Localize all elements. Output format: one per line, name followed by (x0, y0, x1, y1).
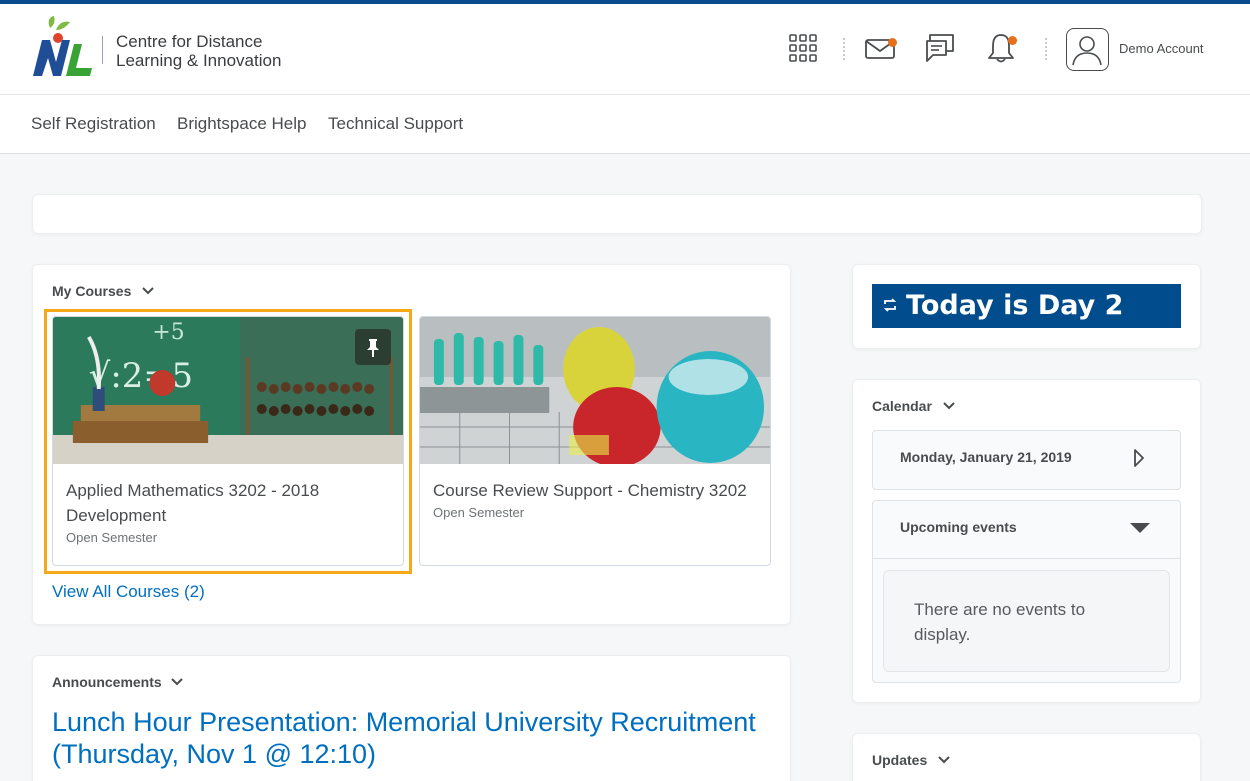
selected-course-highlight (44, 309, 412, 574)
chevron-down-icon[interactable] (937, 755, 951, 765)
empty-widget (32, 194, 1202, 234)
calendar-current-date: Monday, January 21, 2019 (900, 449, 1072, 465)
chevron-down-icon[interactable] (170, 677, 184, 687)
no-events-message: There are no events to display. (914, 600, 1086, 644)
next-day-arrow-icon[interactable] (1132, 448, 1146, 468)
account-name[interactable]: Demo Account (1119, 41, 1204, 56)
divider (873, 558, 1180, 559)
view-all-courses-link[interactable]: View All Courses (2) (52, 582, 205, 602)
nav-self-registration[interactable]: Self Registration (31, 114, 156, 134)
mail-notification-dot (888, 38, 897, 47)
header-separator (1045, 38, 1047, 60)
header: Centre for Distance Learning & Innovatio… (0, 4, 1250, 95)
course-name[interactable]: Course Review Support - Chemistry 3202 (433, 478, 763, 503)
caret-down-icon[interactable] (1129, 521, 1151, 535)
header-separator (843, 38, 845, 60)
course-semester: Open Semester (433, 505, 525, 520)
announcements-title: Announcements (52, 674, 162, 690)
nav-brightspace-help[interactable]: Brightspace Help (177, 114, 306, 134)
org-name-line2: Learning & Innovation (116, 51, 282, 70)
calendar-title: Calendar (872, 398, 932, 414)
navigation-bar: Self Registration Brightspace Help Techn… (0, 95, 1250, 154)
chevron-down-icon[interactable] (141, 286, 155, 296)
cycle-icon (883, 298, 897, 312)
avatar[interactable] (1066, 28, 1109, 71)
upcoming-events-label[interactable]: Upcoming events (900, 519, 1017, 535)
chevron-down-icon[interactable] (942, 401, 956, 411)
nav-technical-support[interactable]: Technical Support (328, 114, 463, 134)
organization-name[interactable]: Centre for Distance Learning & Innovatio… (116, 32, 281, 70)
chat-icon[interactable] (924, 32, 956, 64)
org-name-line1: Centre for Distance (116, 32, 263, 51)
bell-notification-dot (1008, 36, 1017, 45)
avatar-icon (1072, 36, 1102, 66)
my-courses-title: My Courses (52, 283, 132, 299)
mail-icon[interactable] (864, 32, 896, 64)
updates-title: Updates (872, 752, 928, 768)
course-image-chemistry (420, 317, 770, 464)
announcement-headline-link[interactable]: Lunch Hour Presentation: Memorial Univer… (52, 706, 782, 770)
course-tile-chemistry[interactable]: Course Review Support - Chemistry 3202 O… (419, 316, 771, 566)
today-day-text: Today is Day 2 (906, 290, 1124, 321)
apps-grid-icon[interactable] (787, 32, 819, 64)
logo-divider (102, 36, 103, 64)
nl-logo[interactable] (30, 16, 94, 78)
